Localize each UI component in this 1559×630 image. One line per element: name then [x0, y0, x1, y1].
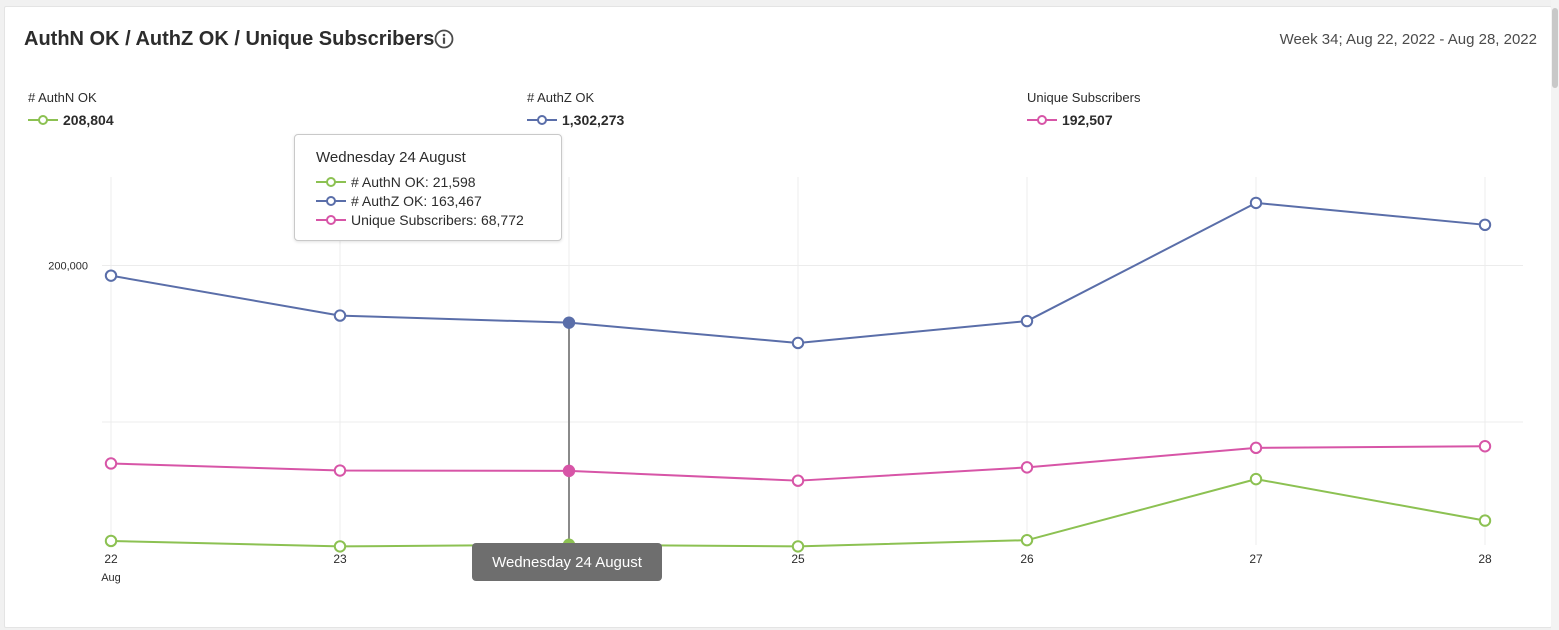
- data-point: [333, 309, 347, 322]
- data-point: [791, 474, 805, 487]
- data-point: [333, 464, 347, 477]
- data-point: [1020, 314, 1034, 328]
- data-point: [104, 269, 118, 282]
- tooltip-value: Unique Subscribers: 68,772: [351, 211, 524, 228]
- data-point: [1478, 514, 1492, 527]
- data-point: [104, 534, 118, 548]
- line-chart: 200,00022Aug232425262728: [48, 177, 1523, 584]
- x-tick-label: 26: [1020, 552, 1034, 566]
- tooltip-row-authn: # AuthN OK: 21,598: [316, 172, 561, 191]
- series-swatch-icon: [316, 176, 346, 187]
- chart-tooltip: Wednesday 24 August # AuthN OK: 21,598 #…: [294, 134, 562, 241]
- data-point: [1020, 461, 1034, 474]
- data-point: [562, 316, 576, 329]
- data-point: [1478, 440, 1492, 453]
- x-tick-sublabel: Aug: [101, 572, 121, 584]
- x-tick-label: 23: [333, 552, 347, 566]
- data-point: [1478, 218, 1492, 232]
- x-tick-label: 22: [104, 552, 118, 566]
- data-point: [791, 336, 805, 350]
- data-point: [104, 457, 118, 470]
- vertical-scrollbar[interactable]: [1551, 0, 1559, 630]
- tooltip-value: # AuthN OK: 21,598: [351, 173, 476, 190]
- x-axis-hover-badge: Wednesday 24 August: [472, 543, 662, 581]
- data-point: [333, 540, 347, 553]
- series-swatch-icon: [316, 214, 346, 225]
- tooltip-row-unique-subscribers: Unique Subscribers: 68,772: [316, 210, 561, 229]
- data-point: [562, 464, 576, 478]
- x-tick-label: 27: [1249, 552, 1263, 566]
- y-tick-label: 200,000: [48, 261, 88, 273]
- tooltip-value: # AuthZ OK: 163,467: [351, 192, 482, 209]
- data-point: [791, 540, 805, 553]
- data-point: [1249, 441, 1263, 455]
- data-point: [1249, 196, 1263, 210]
- scrollbar-thumb[interactable]: [1552, 8, 1558, 88]
- tooltip-title: Wednesday 24 August: [316, 149, 466, 166]
- x-tick-label: 28: [1478, 552, 1492, 566]
- data-point: [1249, 472, 1263, 486]
- data-point: [1020, 533, 1034, 547]
- tooltip-row-authz: # AuthZ OK: 163,467: [316, 191, 561, 210]
- x-tick-label: 25: [791, 552, 805, 566]
- series-swatch-icon: [316, 195, 346, 206]
